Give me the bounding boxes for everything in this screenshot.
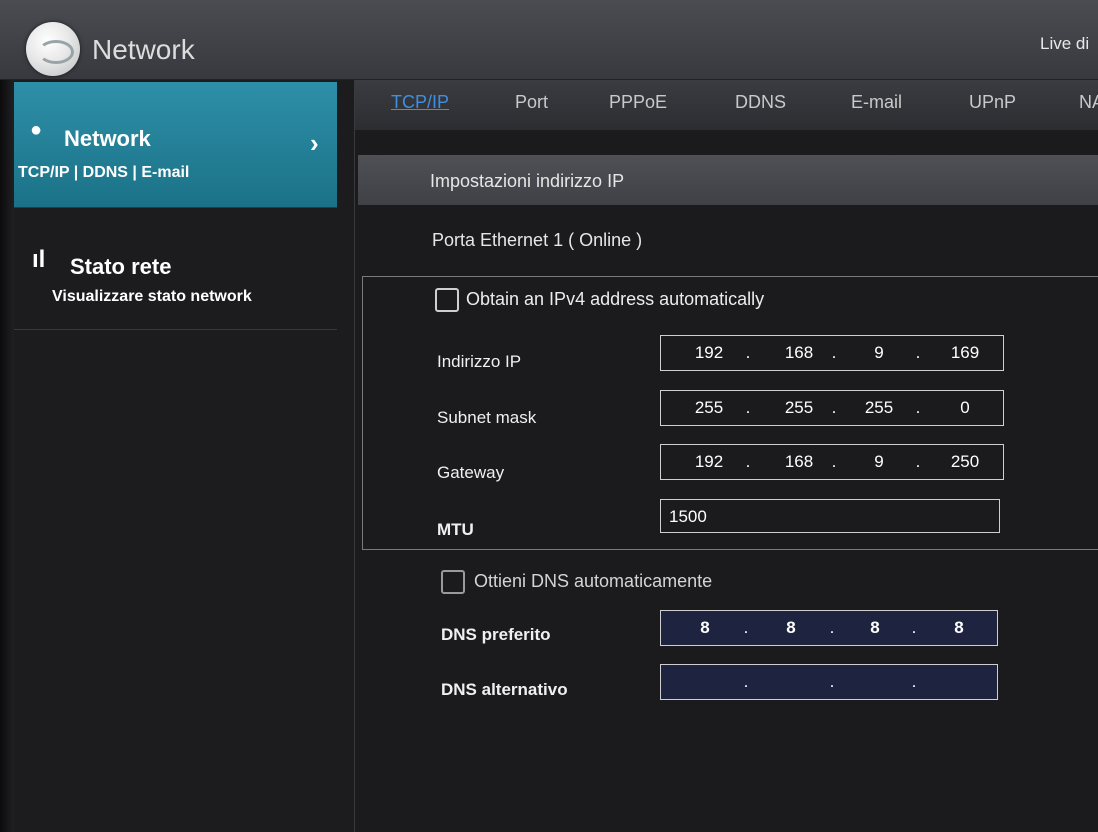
ip-octet[interactable]: 168 bbox=[771, 452, 827, 472]
ipv4-auto-checkbox[interactable] bbox=[435, 288, 459, 312]
tab-ddns[interactable]: DDNS bbox=[735, 92, 786, 113]
ip-octet[interactable]: 255 bbox=[771, 398, 827, 418]
ip-octet[interactable]: 8 bbox=[931, 618, 987, 638]
chevron-right-icon: › bbox=[310, 128, 319, 158]
dns-alternate-label: DNS alternativo bbox=[441, 680, 568, 699]
subnet-mask-field[interactable]: 255 . 255 . 255 . 0 bbox=[660, 390, 1004, 426]
ip-octet[interactable]: 8 bbox=[763, 618, 819, 638]
dns-preferred-field[interactable]: 8 . 8 . 8 . 8 bbox=[660, 610, 998, 646]
ip-dot: . bbox=[915, 452, 921, 471]
section-title: Impostazioni indirizzo IP bbox=[430, 171, 625, 191]
ip-dot: . bbox=[911, 618, 917, 637]
dns-auto-checkbox[interactable] bbox=[441, 570, 465, 594]
tab-upnp[interactable]: UPnP bbox=[969, 92, 1016, 113]
tab-port[interactable]: Port bbox=[515, 92, 548, 113]
mtu-input[interactable]: 1500 bbox=[660, 499, 1000, 533]
tab-email[interactable]: E-mail bbox=[851, 92, 902, 113]
sidebar-item-stato-rete[interactable]: ıl Stato rete Visualizzare stato network bbox=[14, 210, 337, 330]
ip-octet[interactable]: 255 bbox=[681, 398, 737, 418]
sidebar-item-title: Network bbox=[64, 126, 151, 151]
app-logo-icon bbox=[26, 22, 80, 76]
tab-na[interactable]: NA bbox=[1079, 92, 1098, 113]
ipv4-auto-label: Obtain an IPv4 address automatically bbox=[466, 289, 765, 309]
tab-pppoe[interactable]: PPPoE bbox=[609, 92, 667, 113]
ip-octet[interactable]: 255 bbox=[851, 398, 907, 418]
ip-dot: . bbox=[831, 398, 837, 417]
ip-octet[interactable]: 169 bbox=[937, 343, 993, 363]
ethernet-port-status: Porta Ethernet 1 ( Online ) bbox=[432, 230, 643, 250]
ip-octet[interactable]: 192 bbox=[681, 452, 737, 472]
sidebar-item-title: Stato rete bbox=[70, 254, 172, 279]
ip-dot: . bbox=[743, 672, 749, 691]
ip-octet[interactable]: 8 bbox=[847, 618, 903, 638]
ip-octet[interactable]: 0 bbox=[937, 398, 993, 418]
ip-octet[interactable]: 250 bbox=[937, 452, 993, 472]
live-view-link[interactable]: Live di bbox=[1040, 34, 1089, 54]
ip-dot: . bbox=[915, 398, 921, 417]
ip-octet[interactable]: 8 bbox=[677, 618, 733, 638]
screen: Network Live di ● Network › TCP/IP | DDN… bbox=[0, 0, 1098, 832]
tab-tcpip[interactable]: TCP/IP bbox=[391, 92, 449, 113]
title-bar: Network Live di bbox=[0, 0, 1098, 80]
ip-dot: . bbox=[829, 672, 835, 691]
sidebar-bezel bbox=[0, 80, 14, 832]
mtu-label: MTU bbox=[437, 520, 474, 539]
ip-dot: . bbox=[831, 343, 837, 362]
ip-address-field[interactable]: 192 . 168 . 9 . 169 bbox=[660, 335, 1004, 371]
sidebar-item-subtitle: Visualizzare stato network bbox=[52, 288, 252, 305]
ip-dot: . bbox=[831, 452, 837, 471]
ip-dot: . bbox=[915, 343, 921, 362]
ip-dot: . bbox=[911, 672, 917, 691]
ip-address-label: Indirizzo IP bbox=[437, 352, 522, 371]
sidebar-item-network[interactable]: ● Network › TCP/IP | DDNS | E-mail bbox=[14, 82, 337, 208]
ip-octet[interactable]: 9 bbox=[851, 452, 907, 472]
ip-dot: . bbox=[745, 452, 751, 471]
ip-octet[interactable]: 192 bbox=[681, 343, 737, 363]
signal-icon: ıl bbox=[32, 246, 46, 273]
ip-dot: . bbox=[829, 618, 835, 637]
ip-dot: . bbox=[743, 618, 749, 637]
mtu-value: 1500 bbox=[669, 507, 707, 526]
sidebar-item-subtitle: TCP/IP | DDNS | E-mail bbox=[18, 164, 190, 181]
ip-octet[interactable]: 9 bbox=[851, 343, 907, 363]
ip-dot: . bbox=[745, 343, 751, 362]
ip-dot: . bbox=[745, 398, 751, 417]
gateway-field[interactable]: 192 . 168 . 9 . 250 bbox=[660, 444, 1004, 480]
tab-bar: TCP/IP Port PPPoE DDNS E-mail UPnP NA bbox=[355, 80, 1098, 130]
section-header: Impostazioni indirizzo IP bbox=[358, 155, 1098, 205]
dns-alternate-field[interactable]: . . . bbox=[660, 664, 998, 700]
globe-icon: ● bbox=[30, 119, 43, 141]
gateway-label: Gateway bbox=[437, 463, 505, 482]
page-title: Network bbox=[92, 34, 195, 65]
subnet-mask-label: Subnet mask bbox=[437, 408, 537, 427]
dns-auto-label: Ottieni DNS automaticamente bbox=[474, 571, 713, 591]
ip-octet[interactable]: 168 bbox=[771, 343, 827, 363]
dns-preferred-label: DNS preferito bbox=[441, 625, 551, 644]
